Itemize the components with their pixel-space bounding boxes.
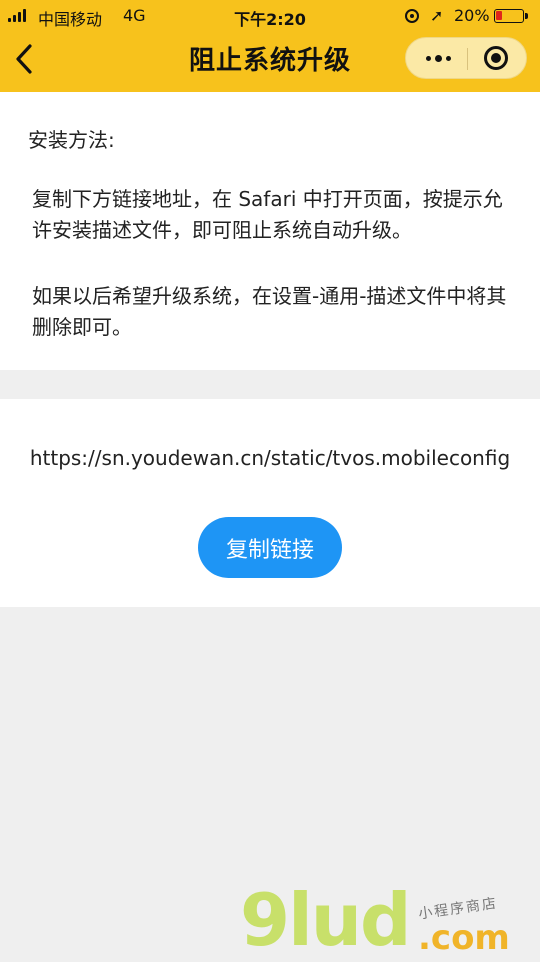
- top-bar: 中国移动 4G 下午2:20 ➚ 20% 阻止系统升级: [0, 0, 540, 92]
- watermark-logo: 9lud: [240, 878, 412, 962]
- instructions-paragraph-1: 复制下方链接地址，在 Safari 中打开页面，按提示允许安装描述文件，即可阻止…: [32, 187, 503, 242]
- copy-link-button[interactable]: 复制链接: [198, 517, 342, 578]
- battery-percent: 20%: [454, 6, 490, 25]
- orientation-lock-icon: [405, 9, 419, 23]
- watermark-suffix: .com: [418, 918, 510, 958]
- miniprogram-capsule: [405, 37, 527, 79]
- instructions-paragraph-2: 如果以后希望升级系统，在设置-通用-描述文件中将其删除即可。: [32, 284, 507, 339]
- config-url: https://sn.youdewan.cn/static/tvos.mobil…: [29, 446, 511, 470]
- battery-icon: [494, 9, 528, 23]
- location-icon: ➚: [430, 6, 444, 25]
- instructions-heading: 安装方法:: [28, 128, 115, 152]
- status-bar: 中国移动 4G 下午2:20 ➚ 20%: [0, 0, 540, 32]
- more-icon[interactable]: [412, 38, 464, 78]
- close-miniprogram-icon[interactable]: [484, 46, 508, 70]
- capsule-divider: [467, 48, 468, 70]
